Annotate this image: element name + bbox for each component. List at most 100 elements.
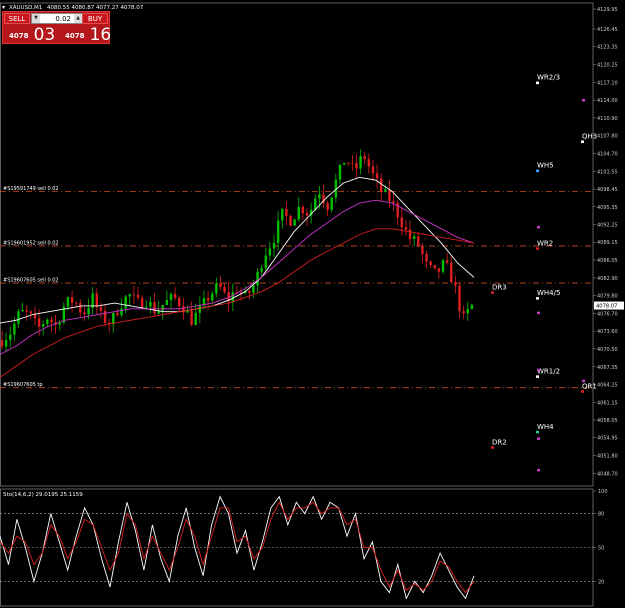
candle-body [462, 311, 465, 314]
buy-button[interactable]: BUY [82, 13, 108, 24]
lot-size-input[interactable]: ▼ 0.02 ▲ [31, 13, 83, 24]
lot-increase-icon[interactable]: ▲ [74, 14, 82, 23]
candle-body [136, 294, 140, 298]
candle-body [95, 293, 98, 307]
candle-body [256, 271, 259, 286]
candle-body [211, 293, 214, 301]
candle-body [13, 323, 16, 335]
candle-body [37, 318, 41, 327]
y-tick-label: 4051.80 [597, 454, 618, 460]
candle-body [380, 178, 383, 192]
y-tick-label: 4110.90 [597, 116, 618, 122]
stoch-title: Sto(14,6,2) 29.0195 25.1159 [3, 492, 83, 498]
candle-body [437, 268, 441, 272]
candle-body [194, 312, 197, 325]
candle-body [375, 173, 379, 179]
pivot-marker [537, 311, 540, 315]
lot-value: 0.02 [55, 15, 71, 23]
candle-body [145, 306, 148, 308]
pivot-label: QH3 [582, 132, 597, 140]
order-line-label: #S19591749 sell 0.02 [3, 186, 59, 192]
main-pane-frame [0, 2, 594, 487]
y-tick-label: 4092.25 [597, 222, 618, 228]
candle-body [74, 302, 78, 304]
pivot-marker [536, 81, 539, 85]
candle-body [4, 339, 8, 347]
candle-body [120, 308, 123, 316]
pivot-label: WR2 [537, 239, 553, 247]
sell-price-small: 4078 [9, 32, 29, 40]
buy-price-big: 16 [89, 25, 112, 45]
candle-body [264, 255, 267, 268]
y-tick-label: 4048.70 [597, 471, 618, 477]
candle-body [149, 302, 152, 307]
candle-body [206, 298, 210, 301]
buy-price[interactable]: 4078 16 [65, 25, 112, 45]
y-tick-label: 4073.60 [597, 329, 618, 335]
sell-price[interactable]: 4078 03 [9, 25, 55, 45]
y-tick-label: 4061.15 [597, 400, 618, 406]
candle-body [103, 310, 107, 323]
pivot-marker [582, 99, 585, 102]
pivot-marker [536, 430, 539, 434]
candle-body [153, 302, 156, 314]
candle-body [87, 307, 90, 315]
pivot-marker [537, 225, 540, 229]
candle-body [412, 236, 416, 239]
pivot-marker [537, 468, 540, 472]
pivot-marker [581, 390, 584, 393]
candle-body [198, 305, 202, 313]
y-tick-label: 4120.25 [597, 62, 618, 68]
candle-body [132, 294, 136, 296]
y-tick-label: 4101.55 [597, 169, 618, 175]
candle-body [392, 201, 395, 203]
pivot-marker [536, 169, 539, 173]
candle-body [128, 294, 131, 297]
candle-body [454, 282, 457, 286]
sell-button[interactable]: SELL [4, 13, 30, 24]
pivot-label: QR1 [582, 382, 597, 390]
candle-body [140, 297, 144, 308]
window-arrow-icon[interactable]: ▾ [2, 4, 5, 11]
y-tick-label: 4064.25 [597, 383, 618, 389]
candle-body [79, 303, 82, 313]
candle-body [50, 319, 53, 323]
candle-body [408, 229, 412, 239]
stochastic-pane: 100 80 50 20 Sto(14,6,2) 29.0195 25.1159 [0, 488, 608, 607]
candle-body [17, 311, 20, 324]
candle-body [252, 285, 255, 293]
candle-body [42, 323, 45, 327]
candle-body [371, 166, 375, 174]
pivot-marker [537, 368, 540, 372]
pivot-marker [537, 437, 540, 440]
candle-body [305, 213, 309, 216]
y-tick-label: 4117.10 [597, 80, 618, 86]
candle-body [173, 294, 177, 298]
pivot-label: DR2 [492, 438, 507, 446]
pivot-label: WR1/2 [537, 367, 560, 375]
candle-body [359, 156, 362, 169]
candles [0, 149, 474, 353]
pivot-marker [491, 291, 494, 294]
y-tick-label: 4129.95 [597, 7, 618, 13]
candle-body [441, 260, 445, 272]
candle-body [326, 203, 329, 210]
candle-body [338, 164, 342, 180]
candle-body [384, 189, 387, 192]
candle-body [293, 219, 296, 226]
candle-body [470, 304, 474, 309]
candle-body [0, 340, 4, 347]
candle-body [404, 227, 408, 230]
y-tick-label: 4114.00 [597, 98, 618, 104]
candle-body [297, 206, 300, 220]
candle-body [272, 242, 276, 249]
y-tick-label: 4126.45 [597, 27, 618, 33]
chart-canvas: 4129.95 4126.45 4123.35 4120.25 4117.10 4114.… [0, 2, 624, 607]
candle-body [21, 309, 24, 312]
candle-body [276, 220, 280, 243]
y-tick-label: 4079.80 [597, 294, 618, 300]
lot-decrease-icon[interactable]: ▼ [32, 14, 40, 23]
candle-body [219, 283, 222, 287]
candle-body [425, 253, 428, 262]
candle-body [9, 334, 12, 340]
